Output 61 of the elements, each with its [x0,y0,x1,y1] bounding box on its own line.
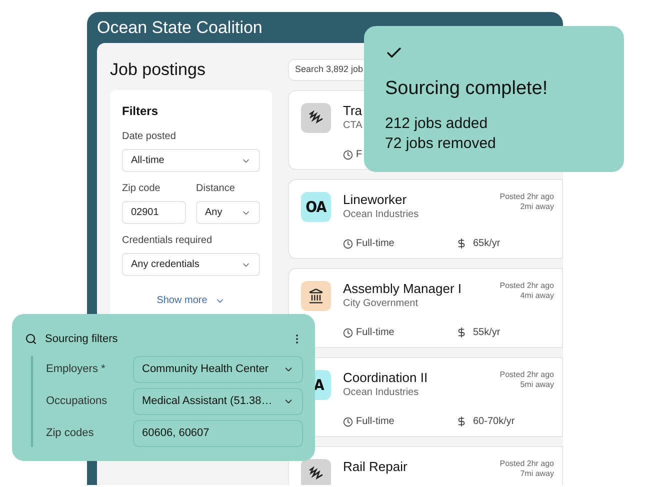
clock-icon [343,150,353,160]
building-icon [308,288,324,304]
window-title: Ocean State Coalition [96,16,264,39]
salary: 55k/yr [473,326,500,340]
salary: 65k/yr [473,237,500,251]
dollar-icon [456,238,467,249]
clock-icon [343,416,353,426]
field-label: Date posted [122,130,177,144]
posted-time: Posted 2hr ago [500,459,554,469]
logo-text: OA [306,196,326,218]
job-card[interactable]: Assembly Manager I City Government Posted 2hr ago 4mi away Full-time 55k/yr [288,268,563,348]
filters-title: Filters [122,103,160,120]
field-label: Distance [196,182,236,196]
field-label: Occupations [46,394,108,409]
dollar-icon [456,327,467,338]
company-name: City Government [343,297,420,311]
posted-time: Posted 2hr ago [500,370,554,380]
distance: 5mi away [520,380,554,390]
logo-text: A [314,374,324,396]
salary: 60-70k/yr [473,415,515,429]
select-field[interactable]: Medical Assistant (51.38… [133,388,303,414]
field-label: Employers * [46,362,106,377]
distance: 4mi away [520,291,554,301]
job-title: Lineworker [343,192,408,208]
select-field[interactable]: Any credentials [122,253,260,276]
select-field[interactable]: All-time [122,149,260,172]
company-name: Ocean Industries [343,386,420,400]
select-field[interactable]: Community Health Center [133,356,303,382]
toast-line: 72 jobs removed [385,134,497,154]
posted-time: Posted 2hr ago [500,281,554,291]
field-label: Zip code [122,182,162,196]
job-card[interactable]: OA Lineworker Ocean Industries Posted 2hr ago 2mi away Full-time 65k/yr [288,179,563,259]
page-title: Job postings [110,59,206,81]
squiggle-icon [308,110,324,126]
job-title: Assembly Manager I [343,281,462,297]
job-type: F [356,148,364,162]
field-label: Zip codes [46,426,95,441]
squiggle-icon [308,466,324,482]
job-title: Rail Repair [343,459,408,475]
clock-icon [343,328,353,338]
panel-title: Sourcing filters [45,332,118,347]
job-type: Full-time [356,237,396,251]
toast-line: 212 jobs added [385,114,489,134]
clock-icon [343,238,353,248]
field-label: Credentials required [122,234,214,248]
input-field[interactable]: 02901 [122,201,186,224]
company-name: Ocean Industries [343,208,419,222]
dollar-icon [456,416,467,427]
job-title: Tra [343,103,362,119]
select-field[interactable]: Any [196,201,260,224]
show-more-link[interactable]: Show more [156,293,226,308]
posted-time: Posted 2hr ago [500,192,554,202]
search-icon [25,333,37,346]
distance: 7mi away [520,469,554,479]
job-title: Coordination II [343,370,428,386]
distance: 2mi away [520,202,554,212]
job-type: Full-time [356,415,396,429]
input-field[interactable]: 60606, 60607 [133,420,303,446]
company-name: CTA [343,119,362,133]
job-type: Full-time [356,326,396,340]
job-card[interactable]: Rail Repair Posted 2hr ago 7mi away [288,446,563,485]
